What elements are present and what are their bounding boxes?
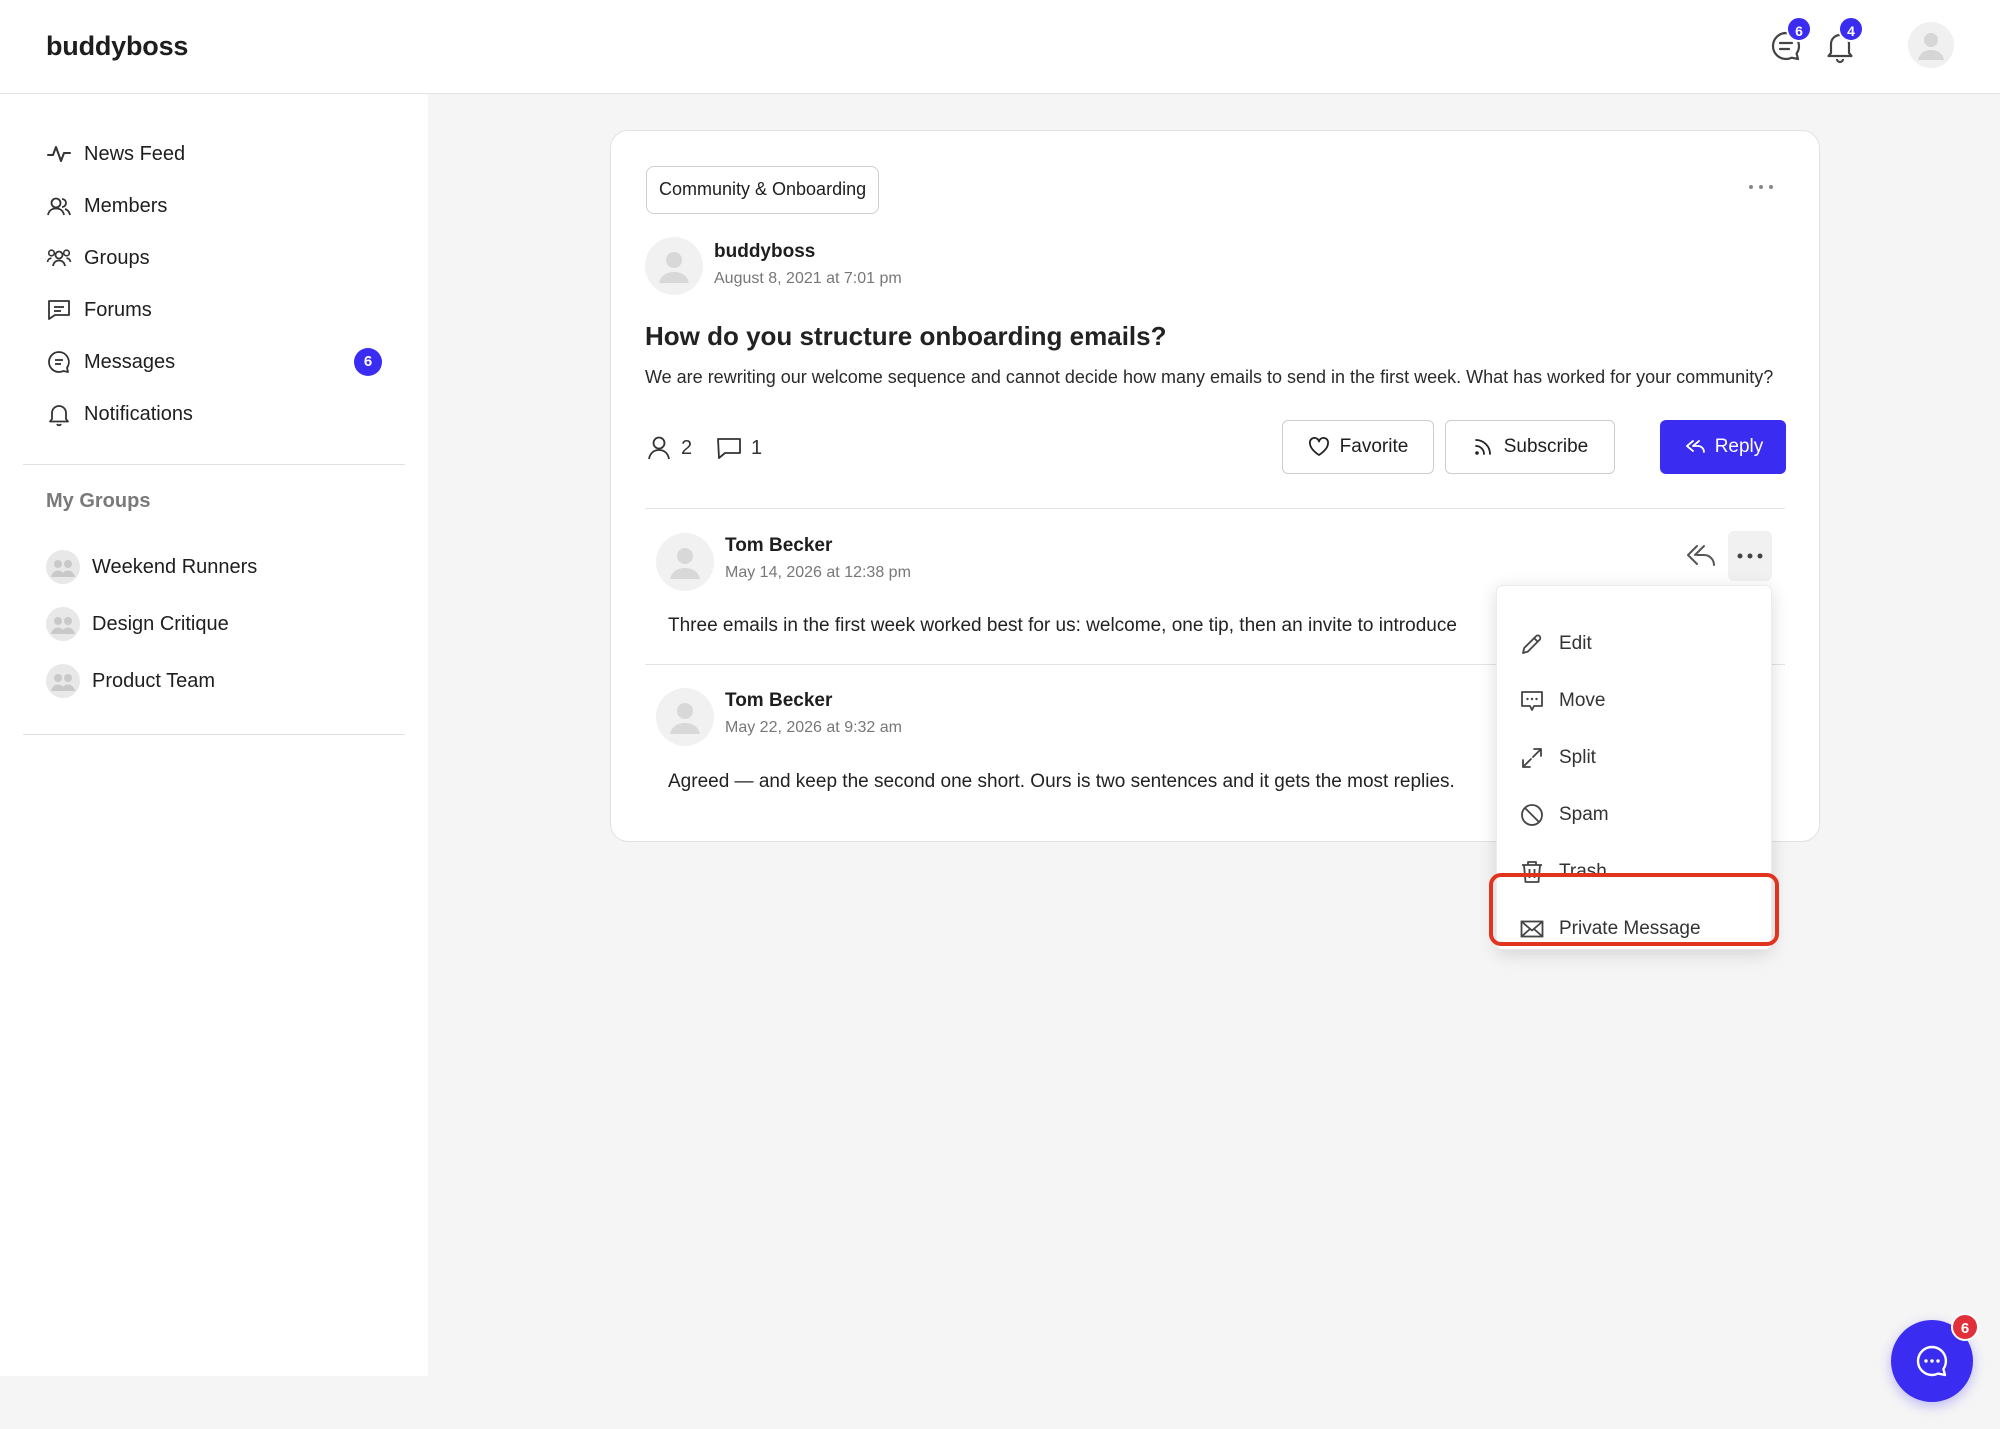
topic-title: How do you structure onboarding emails? [645,321,1167,351]
user-avatar[interactable] [1908,22,1954,68]
group-label: Design Critique [92,612,229,635]
groups-icon [46,249,72,267]
reply-more-button[interactable] [1728,531,1772,581]
comment-icon [717,438,741,459]
site-logo[interactable]: buddyboss [46,31,188,62]
reply-button[interactable]: Reply [1660,420,1786,474]
bell-icon [49,405,69,427]
menu-item-edit[interactable]: Edit [1519,624,1592,664]
group-label: Weekend Runners [92,555,258,578]
separator [645,508,1785,509]
reply-author[interactable]: Tom Becker [725,535,832,557]
menu-item-spam[interactable]: Spam [1519,795,1609,835]
sidebar-divider [23,464,405,465]
sidebar-item-label: News Feed [84,142,186,165]
menu-item-move[interactable]: Move [1519,681,1605,721]
replies-stat: 1 [715,434,762,462]
reply-text: Agreed — and keep the second one short. … [668,771,1455,792]
topic-more-icon[interactable] [1741,175,1781,199]
notifications-badge: 4 [1838,16,1864,42]
topic-body: We are rewriting our welcome sequence an… [645,367,1774,387]
heart-icon [1308,437,1329,456]
sidebar-item-members[interactable]: Members [46,186,386,226]
group-avatar [46,550,80,584]
chat-icon [1916,1345,1948,1377]
rss-icon [1474,439,1491,455]
forums-icon [48,300,70,320]
private-message-highlight [1489,873,1779,946]
topic-author[interactable]: buddyboss [714,241,815,263]
messages-icon [48,351,70,373]
reply-author-avatar[interactable] [656,688,714,746]
members-stat: 2 [645,434,692,462]
favorite-button[interactable]: Favorite [1282,420,1434,474]
person-icon [648,436,670,460]
sidebar-item-label: Notifications [84,402,193,425]
pencil-icon [1522,634,1542,654]
chat-fab-badge: 6 [1951,1313,1979,1341]
sidebar-item-news-feed[interactable]: News Feed [46,134,386,174]
subscribe-button[interactable]: Subscribe [1445,420,1615,474]
sidebar-item-forums[interactable]: Forums [46,290,386,330]
group-item-product-team[interactable]: Product Team [46,663,215,699]
reply-icon[interactable] [1680,536,1720,576]
reply-text: Three emails in the first week worked be… [668,615,1457,636]
members-count: 2 [681,436,693,459]
move-icon [1521,691,1543,711]
reply-all-icon [1685,440,1705,453]
group-label: Product Team [92,669,216,692]
reply-date: May 22, 2026 at 9:32 am [725,719,902,736]
sidebar-item-label: Forums [84,298,152,321]
reply-author-avatar[interactable] [656,533,714,591]
group-avatar [46,607,80,641]
split-icon [1522,748,1542,768]
activity-icon [47,146,71,162]
replies-count: 1 [751,436,763,459]
my-groups-title: My Groups [46,490,151,512]
more-icon [1737,553,1763,559]
sidebar-item-groups[interactable]: Groups [46,238,386,278]
group-avatar [46,664,80,698]
sidebar-item-messages[interactable]: Messages 6 [46,342,386,382]
sidebar-item-label: Groups [84,246,150,269]
sidebar-divider [23,734,405,735]
reply-author[interactable]: Tom Becker [725,690,832,712]
menu-item-split[interactable]: Split [1519,738,1596,778]
group-item-design-critique[interactable]: Design Critique [46,606,229,642]
messages-count-badge: 6 [354,348,382,376]
group-item-weekend-runners[interactable]: Weekend Runners [46,549,257,585]
spam-icon [1521,804,1543,826]
left-sidebar: News Feed Members Groups Forums Messages… [0,94,428,1376]
author-avatar[interactable] [645,237,703,295]
forum-tag[interactable]: Community & Onboarding [646,166,880,214]
reply-date: May 14, 2026 at 12:38 pm [725,564,911,581]
messages-badge: 6 [1786,16,1812,42]
members-icon [47,197,71,216]
topic-date: August 8, 2021 at 7:01 pm [714,270,902,287]
sidebar-item-label: Messages [84,350,176,373]
sidebar-item-notifications[interactable]: Notifications [46,394,386,434]
sidebar-item-label: Members [84,194,168,217]
top-header: buddyboss 6 4 [0,0,2000,94]
